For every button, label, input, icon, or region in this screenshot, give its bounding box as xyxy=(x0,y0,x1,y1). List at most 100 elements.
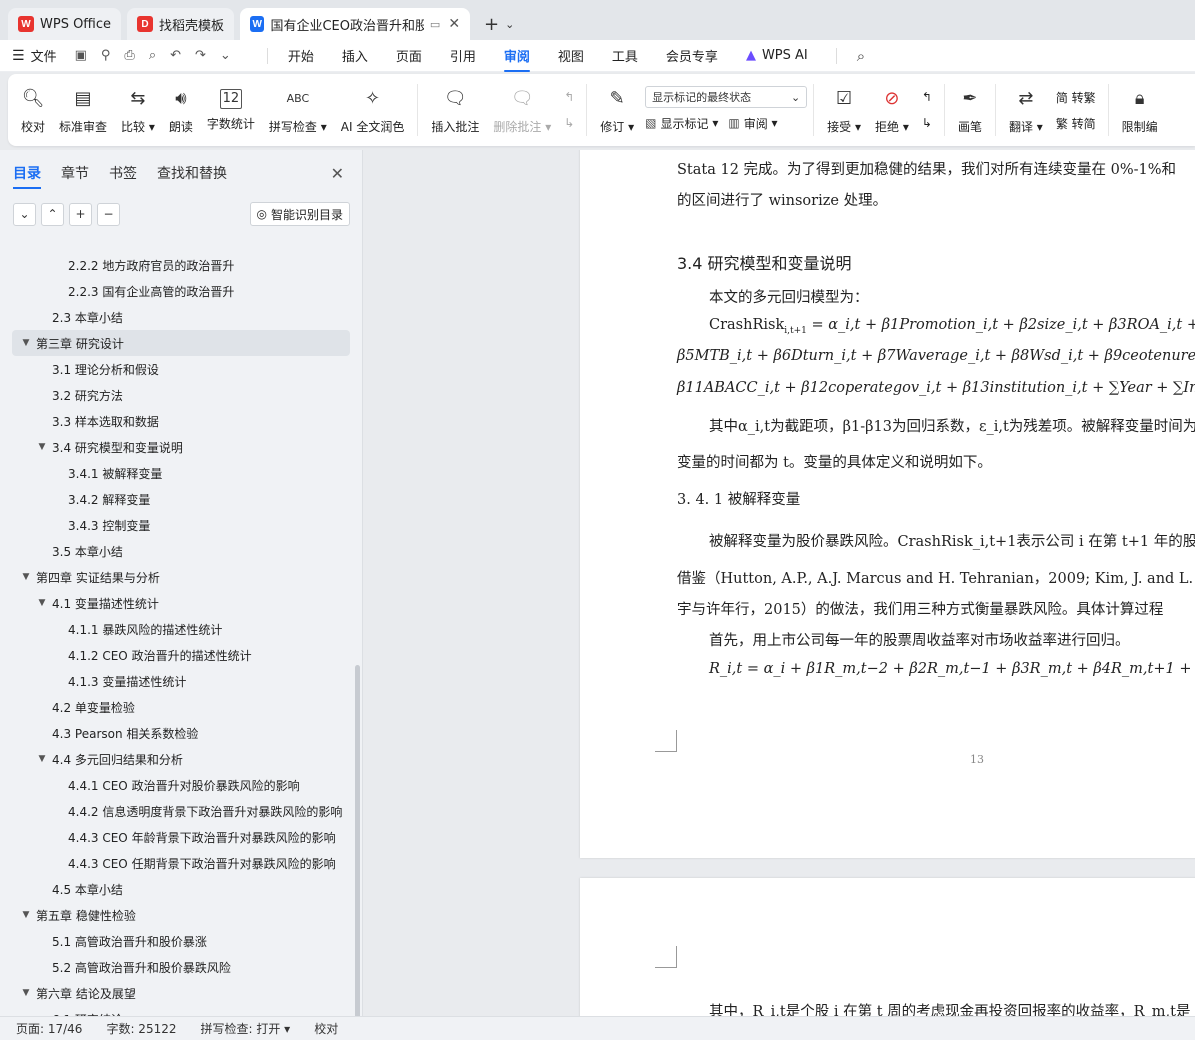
menu-insert[interactable]: 插入 xyxy=(342,46,368,65)
close-icon[interactable]: ✕ xyxy=(331,164,344,183)
tab-toc[interactable]: 目录 xyxy=(13,163,41,189)
previous-comment-icon[interactable]: ↰ xyxy=(564,84,574,110)
file-menu[interactable]: ☰ 文件 xyxy=(12,46,57,66)
search-icon[interactable]: ⌕ xyxy=(857,47,865,65)
toc-item[interactable]: ▼ 3.4 研究模型和变量说明 xyxy=(0,434,352,460)
next-revision-icon[interactable]: ↳ xyxy=(922,110,932,136)
page-indicator[interactable]: 页面: 17/46 xyxy=(16,1020,82,1037)
read-aloud-button[interactable]: 🔊︎ 朗读 xyxy=(162,78,200,142)
delete-comment-button[interactable]: 🗨︎ 删除批注 ▾ xyxy=(486,78,558,142)
toc-item[interactable]: ▼ 第三章 研究设计 xyxy=(12,330,350,356)
toc-item[interactable]: ▼ 4.1 变量描述性统计 xyxy=(0,590,352,616)
smart-toc-button[interactable]: ◎ 智能识别目录 xyxy=(249,202,350,226)
proof-indicator[interactable]: 校对 xyxy=(314,1020,338,1037)
to-traditional-button[interactable]: 简 转繁 xyxy=(1056,84,1096,110)
tab-docer-templates[interactable]: D 找稻壳模板 xyxy=(127,8,235,40)
collapse-icon[interactable]: ⌄ xyxy=(13,202,36,226)
add-icon[interactable]: + xyxy=(69,202,92,226)
next-comment-icon[interactable]: ↳ xyxy=(564,110,574,136)
caret-down-icon[interactable]: ▼ xyxy=(36,598,48,608)
toc-item[interactable]: 2.3 本章小结 xyxy=(0,304,352,330)
expand-icon[interactable]: ⌃ xyxy=(41,202,64,226)
menu-start[interactable]: 开始 xyxy=(288,46,314,65)
toc-item[interactable]: ▼ 第六章 结论及展望 xyxy=(0,980,352,1006)
toc-item[interactable]: 3.4.3 控制变量 xyxy=(0,512,352,538)
tab-wps-office[interactable]: W WPS Office xyxy=(8,8,122,40)
save-icon[interactable]: ▣ xyxy=(75,48,87,63)
toc-item[interactable]: 2.2.2 地方政府官员的政治晋升 xyxy=(0,252,352,278)
compare-button[interactable]: ⇆ 比较 ▾ xyxy=(114,78,162,142)
menu-wps-ai[interactable]: ▲ WPS AI xyxy=(746,48,808,63)
standard-review-button[interactable]: ▤ 标准审查 xyxy=(52,78,114,142)
revise-button[interactable]: ✎ 修订 ▾ xyxy=(593,78,641,142)
subsection-heading: 3. 4. 1 被解释变量 xyxy=(677,492,801,508)
toc-item[interactable]: 4.4.3 CEO 年龄背景下政治晋升对暴跌风险的影响 xyxy=(0,824,352,850)
caret-down-icon[interactable]: ▼ xyxy=(20,338,32,348)
caret-down-icon[interactable]: ▼ xyxy=(20,988,32,998)
toc-item[interactable]: 5.2 高管政治晋升和股价暴跌风险 xyxy=(0,954,352,980)
redo-icon[interactable]: ↷ xyxy=(195,48,206,63)
tab-find-replace[interactable]: 查找和替换 xyxy=(157,163,227,183)
menu-reference[interactable]: 引用 xyxy=(450,46,476,65)
previous-revision-icon[interactable]: ↰ xyxy=(922,84,932,110)
close-icon[interactable]: ✕ xyxy=(448,16,460,32)
tab-sections[interactable]: 章节 xyxy=(61,163,89,183)
caret-down-icon[interactable]: ▼ xyxy=(36,442,48,452)
toc-item[interactable]: 5.1 高管政治晋升和股价暴涨 xyxy=(0,928,352,954)
toc-item[interactable]: 4.5 本章小结 xyxy=(0,876,352,902)
toc-item[interactable]: ▼ 4.4 多元回归结果和分析 xyxy=(0,746,352,772)
menu-tools[interactable]: 工具 xyxy=(612,46,638,65)
toc-item[interactable]: 4.3 Pearson 相关系数检验 xyxy=(0,720,352,746)
chevron-down-icon[interactable]: ⌄ xyxy=(220,48,231,63)
share-icon[interactable]: ⚲ xyxy=(101,48,111,63)
toc-item[interactable]: 3.4.1 被解释变量 xyxy=(0,460,352,486)
undo-icon[interactable]: ↶ xyxy=(170,48,181,63)
insert-comment-button[interactable]: 🗨︎ 插入批注 xyxy=(424,78,486,142)
toc-scrollbar[interactable] xyxy=(355,665,360,1016)
toc-item[interactable]: 4.1.2 CEO 政治晋升的描述性统计 xyxy=(0,642,352,668)
new-tab-button[interactable]: + ⌄ xyxy=(476,8,522,40)
toc-item[interactable]: 4.4.1 CEO 政治晋升对股价暴跌风险的影响 xyxy=(0,772,352,798)
spell-check-indicator[interactable]: 拼写检查: 打开 ▾ xyxy=(201,1020,291,1037)
toc-item[interactable]: 3.2 研究方法 xyxy=(0,382,352,408)
pen-button[interactable]: ✒ 画笔 xyxy=(951,78,989,142)
reject-button[interactable]: ⊘ 拒绝 ▾ xyxy=(868,78,916,142)
menu-page[interactable]: 页面 xyxy=(396,46,422,65)
toc-item[interactable]: 2.2.3 国有企业高管的政治晋升 xyxy=(0,278,352,304)
toc-item[interactable]: 6.1 研究结论 xyxy=(0,1006,352,1017)
toc-item[interactable]: 3.5 本章小结 xyxy=(0,538,352,564)
markup-state-select[interactable]: 显示标记的最终状态 ⌄ xyxy=(645,86,808,108)
tab-document[interactable]: W 国有企业CEO政治晋升和股价 ▭ ✕ xyxy=(240,8,471,40)
tab-bookmarks[interactable]: 书签 xyxy=(109,163,137,183)
word-count-button[interactable]: 12 字数统计 xyxy=(200,78,262,142)
review-pane-button[interactable]: ▥ 审阅 ▾ xyxy=(728,115,777,132)
spell-check-button[interactable]: ABC 拼写检查 ▾ xyxy=(262,78,334,142)
proof-button[interactable]: 🔍︎ 校对 xyxy=(14,78,52,142)
toc-item[interactable]: 4.4.2 信息透明度背景下政治晋升对暴跌风险的影响 xyxy=(0,798,352,824)
show-markup-button[interactable]: ▧ 显示标记 ▾ xyxy=(645,115,718,132)
print-icon[interactable]: ⎙ xyxy=(124,48,134,63)
toc-item[interactable]: 4.1.1 暴跌风险的描述性统计 xyxy=(0,616,352,642)
ai-proof-button[interactable]: ✧ AI 全文润色 xyxy=(334,78,412,142)
caret-down-icon[interactable]: ▼ xyxy=(36,754,48,764)
restrict-edit-button[interactable]: 🔒︎ 限制编 xyxy=(1115,78,1165,142)
to-simplified-button[interactable]: 繁 转简 xyxy=(1056,110,1096,136)
toc-item[interactable]: 3.4.2 解释变量 xyxy=(0,486,352,512)
toc-item[interactable]: 3.3 样本选取和数据 xyxy=(0,408,352,434)
translate-button[interactable]: ⇄ 翻译 ▾ xyxy=(1002,78,1050,142)
print-preview-icon[interactable]: ⌕ xyxy=(149,48,156,63)
caret-down-icon[interactable]: ▼ xyxy=(20,910,32,920)
toc-item[interactable]: ▼ 第五章 稳健性检验 xyxy=(0,902,352,928)
accept-button[interactable]: ☑ 接受 ▾ xyxy=(820,78,868,142)
toc-item[interactable]: 4.4.3 CEO 任期背景下政治晋升对暴跌风险的影响 xyxy=(0,850,352,876)
menu-review[interactable]: 审阅 xyxy=(503,46,530,72)
toc-item[interactable]: 3.1 理论分析和假设 xyxy=(0,356,352,382)
remove-icon[interactable]: − xyxy=(97,202,120,226)
toc-item[interactable]: 4.2 单变量检验 xyxy=(0,694,352,720)
menu-member[interactable]: 会员专享 xyxy=(666,46,718,65)
word-count-indicator[interactable]: 字数: 25122 xyxy=(106,1020,176,1037)
toc-item[interactable]: ▼ 第四章 实证结果与分析 xyxy=(0,564,352,590)
toc-item[interactable]: 4.1.3 变量描述性统计 xyxy=(0,668,352,694)
caret-down-icon[interactable]: ▼ xyxy=(20,572,32,582)
menu-view[interactable]: 视图 xyxy=(558,46,584,65)
